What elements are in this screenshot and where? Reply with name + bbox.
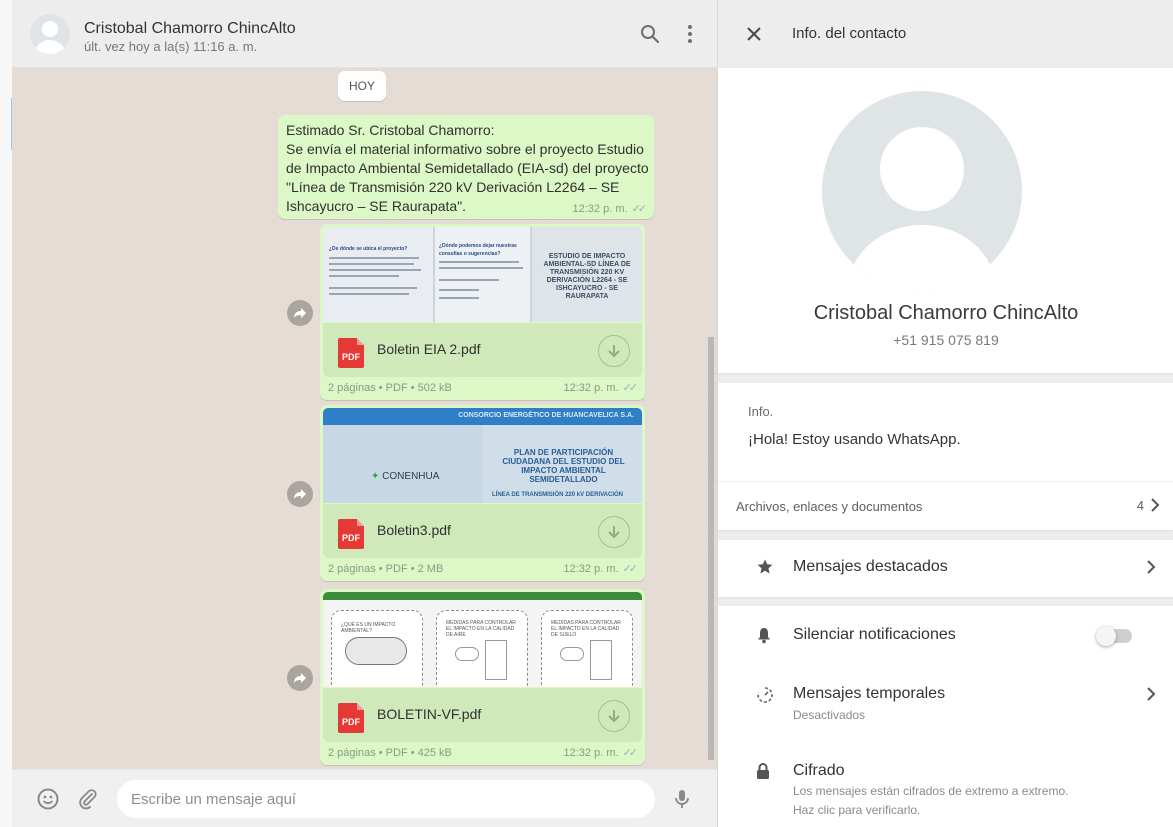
forward-icon[interactable] [287, 481, 313, 507]
chat-list-edge [0, 0, 12, 827]
file-meta: 2 páginas • PDF • 2 MB [328, 563, 444, 575]
file-row[interactable]: PDF Boletin EIA 2.pdf [323, 323, 642, 377]
scroll-indicator [11, 98, 12, 150]
preview-column-title: MEDIDAS PARA CONTROLAR EL IMPACTO EN LA … [551, 620, 621, 638]
chat-header[interactable]: Cristobal Chamorro ChincAlto últ. vez ho… [12, 0, 717, 68]
preview-title: ESTUDIO DE IMPACTO AMBIENTAL-SD LÍNEA DE… [543, 253, 631, 300]
file-row[interactable]: PDF Boletin3.pdf [323, 504, 642, 558]
disappearing-value: Desactivados [793, 708, 866, 722]
chevron-right-icon [1146, 687, 1156, 706]
chat-pane: Cristobal Chamorro ChincAlto últ. vez ho… [0, 0, 717, 827]
read-receipt-icon: ✓✓ [622, 563, 639, 575]
document-message[interactable]: ¿QUÉ ES UN IMPACTO AMBIENTAL? MEDIDAS PA… [320, 589, 645, 765]
message-time: 12:32 p. m. ✓✓ [563, 562, 639, 575]
contact-info-pane: Info. del contacto Cristobal Chamorro Ch… [717, 0, 1173, 827]
document-message[interactable]: ¿De dónde se ubica el proyecto? ¿Dónde p… [320, 224, 645, 400]
preview-column-title: ¿QUÉ ES UN IMPACTO AMBIENTAL? [341, 622, 396, 634]
lock-icon [756, 762, 770, 785]
download-button[interactable] [598, 516, 630, 548]
download-button[interactable] [598, 700, 630, 732]
preview-band-text: CONSORCIO ENERGÉTICO DE HUANCAVELICA S.A… [458, 412, 634, 419]
about-card: Info. ¡Hola! Estoy usando WhatsApp. [718, 383, 1173, 481]
media-links-docs-row[interactable]: Archivos, enlaces y documentos 4 [718, 481, 1173, 530]
download-button[interactable] [598, 335, 630, 367]
file-meta: 2 páginas • PDF • 502 kB [328, 382, 452, 394]
read-receipt-icon: ✓✓ [631, 203, 648, 215]
preview-logo-text: CONENHUA [382, 471, 440, 482]
file-row[interactable]: PDF BOLETIN-VF.pdf [323, 688, 642, 742]
file-name[interactable]: Boletin EIA 2.pdf [377, 341, 481, 357]
info-title: Info. del contacto [792, 25, 907, 42]
last-seen-status: últ. vez hoy a la(s) 11:16 a. m. [84, 39, 258, 54]
preview-column-title: MEDIDAS PARA CONTROLAR EL IMPACTO EN LA … [446, 620, 516, 638]
document-preview[interactable]: ¿QUÉ ES UN IMPACTO AMBIENTAL? MEDIDAS PA… [323, 592, 642, 687]
document-preview[interactable]: ¿De dónde se ubica el proyecto? ¿Dónde p… [323, 227, 642, 322]
forward-icon[interactable] [287, 300, 313, 326]
starred-label: Mensajes destacados [793, 558, 948, 575]
preview-subtitle: LÍNEA DE TRANSMISIÓN 220 kV DERIVACIÓN [491, 492, 624, 498]
media-label: Archivos, enlaces y documentos [736, 499, 923, 514]
paperclip-icon[interactable] [76, 787, 100, 811]
profile-photo[interactable] [822, 91, 1022, 291]
forward-icon[interactable] [287, 665, 313, 691]
message-input[interactable] [117, 780, 655, 818]
date-divider: HOY [338, 71, 386, 101]
about-text: ¡Hola! Estoy usando WhatsApp. [748, 431, 961, 448]
read-receipt-icon: ✓✓ [622, 382, 639, 394]
file-meta: 2 páginas • PDF • 425 kB [328, 747, 452, 759]
encryption-desc: Los mensajes están cifrados de extremo a… [793, 784, 1069, 798]
message-time-text: 12:32 p. m. [563, 563, 619, 575]
file-name[interactable]: BOLETIN-VF.pdf [377, 706, 481, 722]
preview-heading: ¿Dónde podemos dejar nuestras consultas … [439, 243, 517, 257]
message-composer [0, 769, 717, 827]
chat-scrollbar[interactable] [708, 337, 714, 760]
encryption-label: Cifrado [793, 762, 845, 779]
preview-title: PLAN DE PARTICIPACIÓN CIUDADANA DEL ESTU… [502, 448, 625, 484]
preview-logo: ✦ CONENHUA [371, 471, 440, 482]
document-message[interactable]: CONSORCIO ENERGÉTICO DE HUANCAVELICA S.A… [320, 405, 645, 581]
read-receipt-icon: ✓✓ [622, 747, 639, 759]
disappearing-label: Mensajes temporales [793, 685, 946, 702]
document-preview[interactable]: CONSORCIO ENERGÉTICO DE HUANCAVELICA S.A… [323, 408, 642, 503]
message-time-text: 12:32 p. m. [563, 747, 619, 759]
more-vertical-icon[interactable] [678, 22, 702, 46]
file-name[interactable]: Boletin3.pdf [377, 522, 451, 538]
message-time-text: 12:32 p. m. [572, 203, 628, 215]
pdf-file-icon: PDF [338, 338, 364, 368]
microphone-icon[interactable] [670, 787, 694, 811]
contact-name: Cristobal Chamorro ChincAlto [813, 302, 1079, 324]
avatar[interactable] [30, 14, 70, 54]
chevron-right-icon [1150, 498, 1160, 517]
message-time-text: 12:32 p. m. [563, 382, 619, 394]
profile-card: Cristobal Chamorro ChincAlto +51 915 075… [718, 68, 1173, 373]
chevron-right-icon [1146, 560, 1156, 579]
emoji-icon[interactable] [36, 787, 60, 811]
mute-toggle[interactable] [1096, 626, 1132, 646]
about-label: Info. [748, 404, 774, 419]
star-icon [756, 558, 774, 581]
pdf-file-icon: PDF [338, 703, 364, 733]
timer-icon [756, 686, 774, 709]
info-header: Info. del contacto [718, 0, 1173, 68]
encryption-verify-link[interactable]: Haz clic para verificarlo. [793, 802, 920, 818]
preview-heading: ¿De dónde se ubica el proyecto? [329, 246, 408, 252]
message-input-box[interactable] [117, 780, 655, 818]
pdf-file-icon: PDF [338, 519, 364, 549]
chat-settings-card: Silenciar notificaciones Mensajes tempor… [718, 606, 1173, 827]
phone-number: +51 915 075 819 [893, 332, 999, 348]
message-time: 12:32 p. m. ✓✓ [572, 202, 648, 215]
message-time: 12:32 p. m. ✓✓ [563, 746, 639, 759]
starred-messages-row[interactable]: Mensajes destacados [718, 540, 1173, 597]
message-bubble[interactable]: Estimado Sr. Cristobal Chamorro: Se enví… [278, 115, 654, 219]
close-icon[interactable] [743, 23, 765, 45]
mute-label: Silenciar notificaciones [793, 626, 956, 643]
bell-icon [756, 626, 772, 649]
message-time: 12:32 p. m. ✓✓ [563, 381, 639, 394]
media-count: 4 [1136, 498, 1144, 513]
search-icon[interactable] [638, 22, 662, 46]
contact-name[interactable]: Cristobal Chamorro ChincAlto [84, 20, 296, 38]
